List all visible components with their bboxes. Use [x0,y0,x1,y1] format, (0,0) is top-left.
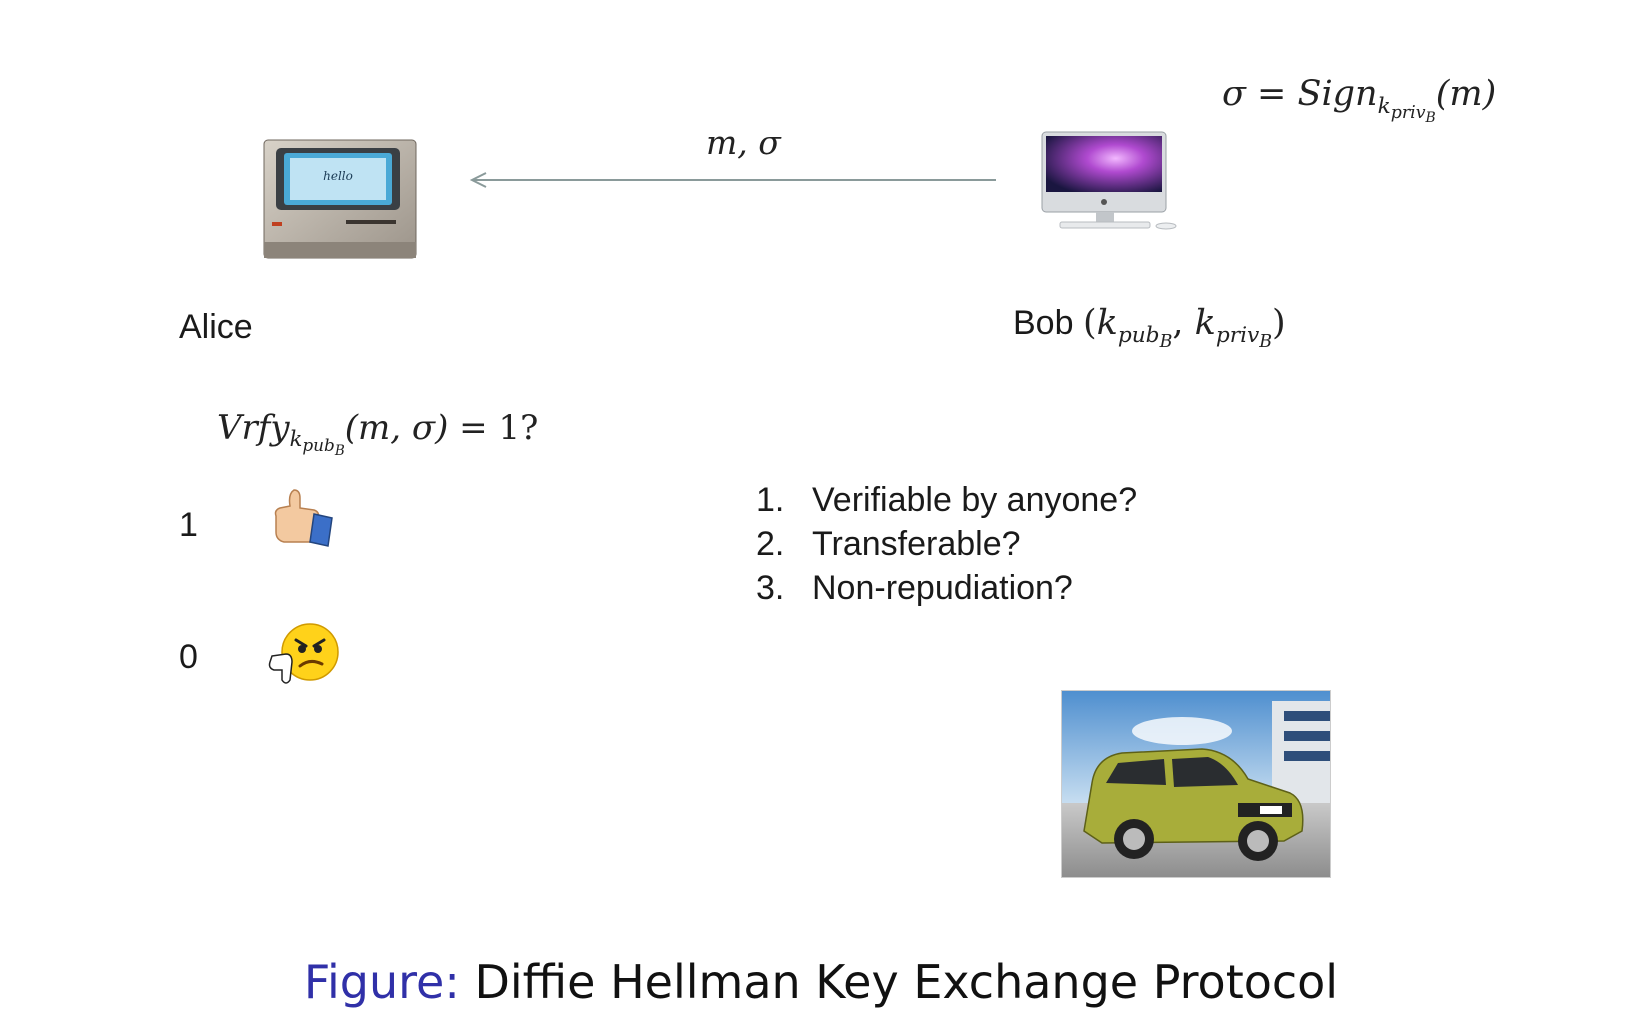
questions-list: 1. Verifiable by anyone? 2. Transferable? … [756,478,1137,610]
list-item: 3. Non-repudiation? [756,569,1073,607]
svg-text:hello: hello [323,169,353,183]
figure-caption: Figure: Diffie Hellman Key Exchange Prot… [0,955,1642,1009]
bob-name: Bob [1013,304,1074,342]
list-item: 2. Transferable? [756,525,1021,563]
caption-text: Diffie Hellman Key Exchange Protocol [459,955,1339,1009]
bob-label: Bob (kpubB, kprivB) [1013,303,1286,352]
verify-formula: VrfykpubB(m, σ) = 1? [217,408,539,460]
sign-formula: σ = SignkprivB(m) [1222,74,1497,126]
outcome-zero-label: 0 [179,638,198,676]
imac-icon [1041,131,1177,230]
old-macintosh-icon: hello [263,139,417,259]
car-photo [1061,690,1331,878]
alice-label: Alice [179,308,253,346]
caption-prefix: Figure: [303,955,460,1009]
message-arrow [469,172,996,188]
message-label: m, σ [706,123,781,162]
list-item: 1. Verifiable by anyone? [756,481,1138,519]
bob-keys: (kpubB, kprivB) [1082,303,1286,352]
outcome-one-label: 1 [179,506,198,544]
thumbs-up-icon [274,489,333,547]
thumbs-down-angry-face-icon [268,623,339,684]
